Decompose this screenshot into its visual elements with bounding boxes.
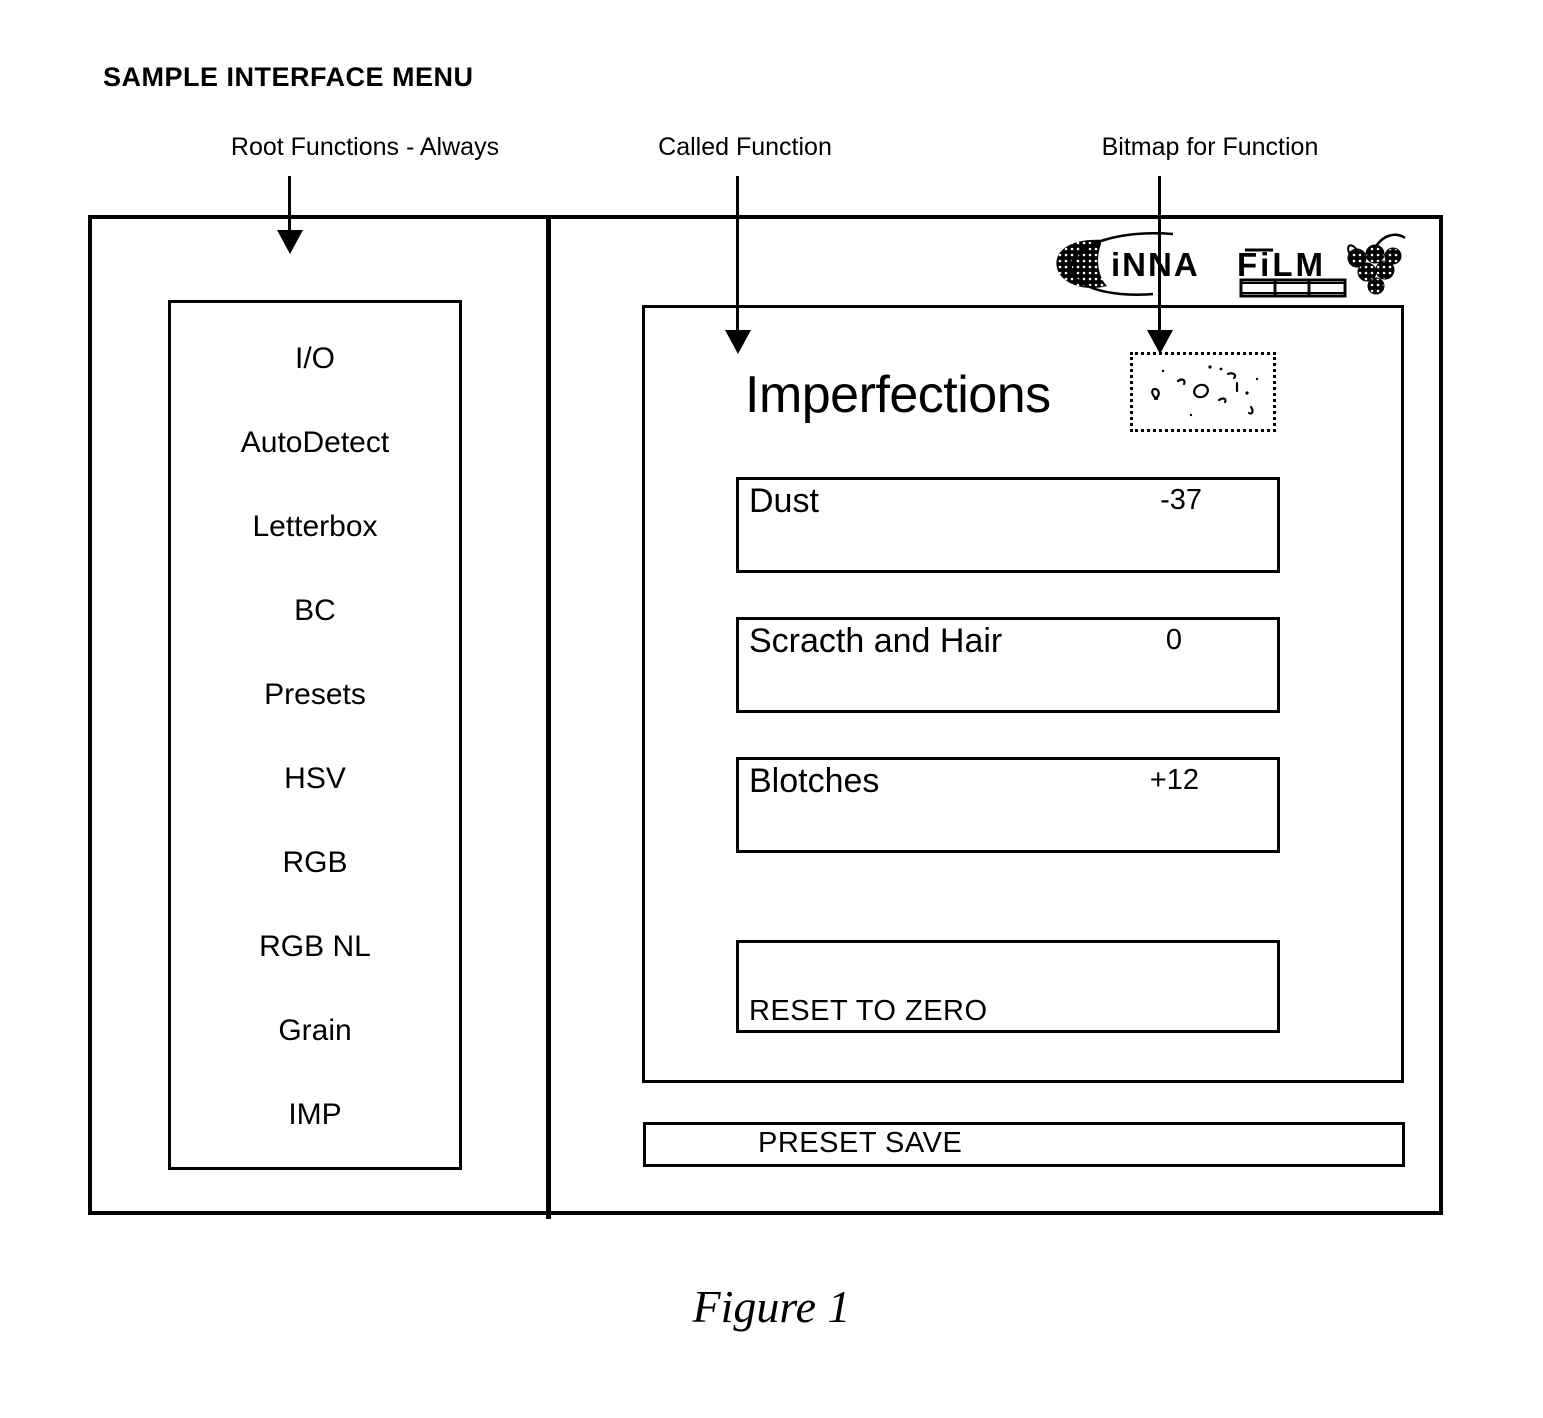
parameter-label-blotches: Blotches [749,762,880,800]
preset-save-button[interactable]: PRESET SAVE [643,1122,1405,1167]
sidebar-item-grain[interactable]: Grain [171,1016,459,1046]
preset-save-label: PRESET SAVE [758,1127,963,1159]
sidebar-item-presets[interactable]: Presets [171,680,459,710]
sidebar-item-autodetect[interactable]: AutoDetect [171,428,459,458]
root-functions-menu: I/O AutoDetect Letterbox BC Presets HSV … [168,300,462,1170]
parameter-row-blotches[interactable]: Blotches +12 [736,757,1280,853]
parameter-value-scratch-and-hair: 0 [1165,624,1182,656]
annotation-label-root-functions: Root Functions - Always [230,133,500,161]
parameter-label-scratch-and-hair: Scracth and Hair [749,622,1003,660]
reset-to-zero-label: RESET TO ZERO [749,995,988,1027]
sidebar-item-rgb-nl[interactable]: RGB NL [171,932,459,962]
parameter-value-blotches: +12 [1149,764,1199,796]
annotation-label-bitmap-for-function: Bitmap for Function [1101,133,1319,161]
reset-to-zero-button[interactable]: RESET TO ZERO [736,940,1280,1033]
figure-caption: Figure 1 [692,1281,851,1332]
parameter-row-scratch-and-hair[interactable]: Scracth and Hair 0 [736,617,1280,713]
parameter-value-dust: -37 [1160,484,1202,516]
sidebar-item-io[interactable]: I/O [171,344,459,374]
sidebar-item-rgb[interactable]: RGB [171,848,459,878]
annotation-label-called-function: Called Function [658,133,832,161]
parameter-row-dust[interactable]: Dust -37 [736,477,1280,573]
function-bitmap-preview[interactable] [1130,352,1276,432]
page-title: SAMPLE INTERFACE MENU [103,62,474,92]
sidebar-item-imp[interactable]: IMP [171,1100,459,1130]
sidebar-item-bc[interactable]: BC [171,596,459,626]
sidebar-item-letterbox[interactable]: Letterbox [171,512,459,542]
cinnafilm-logo: iNNA FiLM [1045,228,1415,306]
sidebar-item-hsv[interactable]: HSV [171,764,459,794]
panel-divider [546,215,551,1219]
parameter-label-dust: Dust [749,482,819,520]
svg-text:iNNA: iNNA [1111,246,1200,283]
function-title: Imperfections [745,366,1051,424]
svg-text:FiLM: FiLM [1237,246,1326,283]
